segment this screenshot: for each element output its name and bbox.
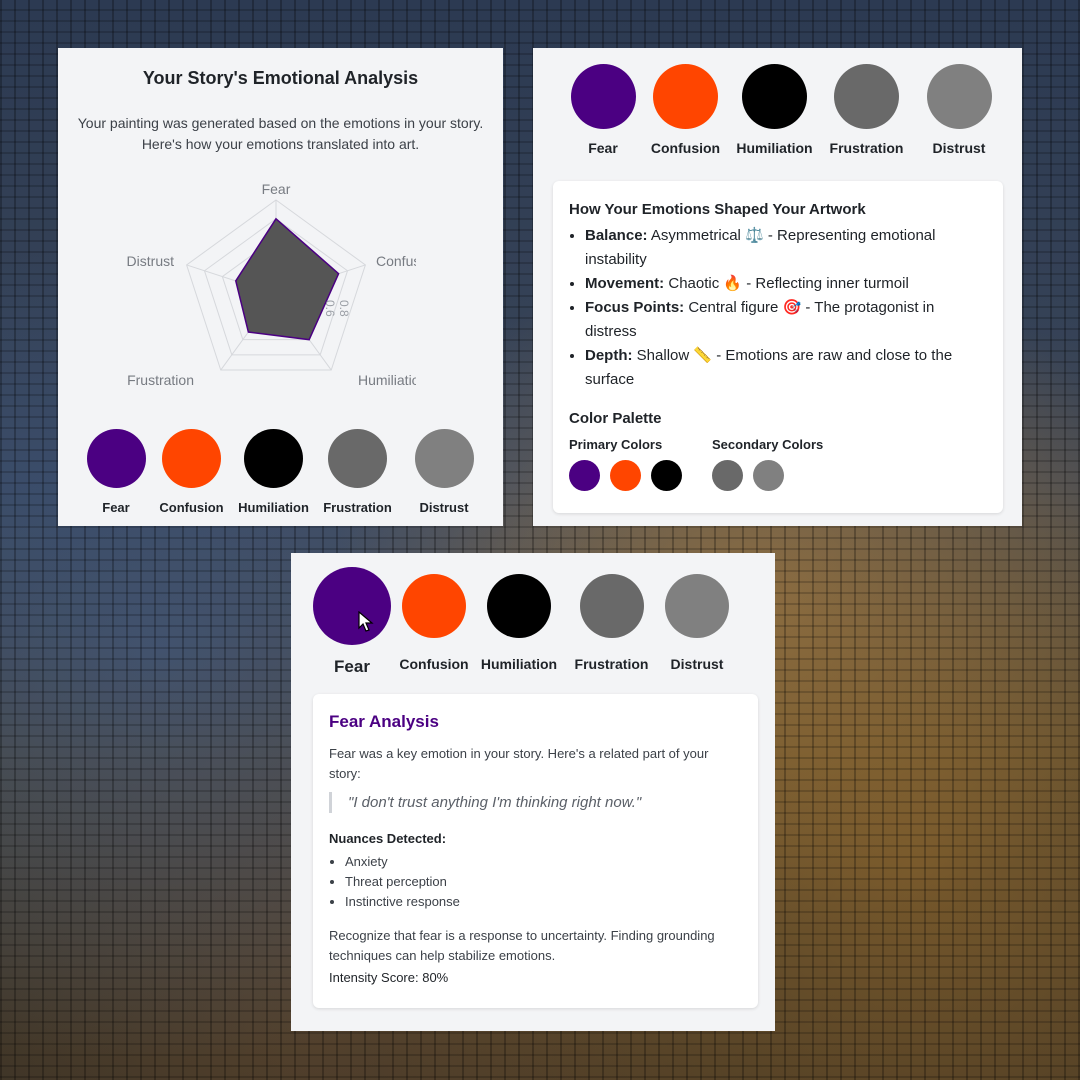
emotion-chip-distrust[interactable]: Distrust	[920, 64, 998, 156]
artwork-card: How Your Emotions Shaped Your Artwork Ba…	[553, 181, 1003, 513]
artwork-attribute: Balance: Asymmetrical ⚖️ - Representing …	[585, 224, 987, 272]
artwork-shaping-panel: Fear Confusion Humiliation Frustration Distr…	[533, 48, 1022, 526]
emotion-label: Frustration	[574, 656, 649, 672]
nuances-title: Nuances Detected:	[329, 831, 447, 846]
secondary-colors-label: Secondary Colors	[712, 437, 824, 452]
emotion-label: Humiliation	[736, 140, 813, 156]
emotion-color-circle[interactable]	[86, 429, 146, 488]
emotion-chip-humiliation[interactable]: Humiliation	[475, 567, 563, 677]
secondary-swatches	[712, 460, 823, 491]
primary-swatches	[569, 460, 682, 491]
nuance-item: Threat perception	[345, 872, 742, 892]
emotion-label: Fear	[588, 140, 618, 156]
emotion-chip-confusion[interactable]: Confusion	[393, 567, 475, 677]
primary-colors-label: Primary Colors	[569, 437, 663, 452]
emotion-color-circle[interactable]	[570, 64, 636, 129]
story-quote: "I don't trust anything I'm thinking rig…	[329, 792, 742, 813]
palette-title: Color Palette	[569, 410, 662, 427]
radar-axis-label: Fear	[262, 182, 291, 197]
emotion-label: Distrust	[670, 656, 724, 672]
emotion-color-circle[interactable]	[402, 574, 466, 638]
emotion-chip-frustration[interactable]: Frustration	[309, 429, 406, 515]
intensity-score: Intensity Score: 80%	[329, 970, 449, 985]
emotion-color-circle[interactable]	[742, 64, 807, 129]
fear-description: Fear was a key emotion in your story. He…	[329, 746, 709, 781]
emotion-chip-distrust[interactable]: Distrust	[406, 429, 482, 515]
primary-color-swatch	[610, 460, 641, 491]
emotion-color-circle[interactable]	[653, 64, 718, 129]
emotion-label: Frustration	[829, 140, 904, 156]
emotion-color-circle[interactable]	[834, 64, 899, 129]
panel-description: Your painting was generated based on the…	[77, 115, 484, 152]
emotion-swatch-row: Fear Confusion Humiliation Frustration Distr…	[570, 64, 998, 156]
artwork-attribute-list: Balance: Asymmetrical ⚖️ - Representing …	[569, 224, 987, 392]
emotion-chip-frustration[interactable]: Frustration	[813, 64, 920, 156]
emotion-label: Confusion	[399, 656, 469, 672]
radar-axis-label: Humiliation	[358, 372, 416, 388]
primary-colors-group: Primary Colors	[569, 437, 682, 491]
artwork-attribute: Movement: Chaotic 🔥 - Reflecting inner t…	[585, 272, 987, 296]
emotion-label: Fear	[102, 500, 130, 515]
artwork-attribute: Focus Points: Central figure 🎯 - The pro…	[585, 296, 987, 344]
emotion-label: Humiliation	[480, 656, 558, 672]
emotion-swatch-row: Fear Confusion Humiliation Frustration Distr…	[311, 567, 734, 677]
emotion-chip-fear[interactable]: Fear	[311, 567, 393, 677]
nuance-item: Instinctive response	[345, 892, 742, 912]
panel-title: Your Story's Emotional Analysis	[142, 68, 419, 88]
emotion-label: Fear	[334, 657, 370, 676]
emotion-label: Confusion	[159, 500, 224, 515]
emotion-label: Distrust	[932, 140, 986, 156]
secondary-colors-group: Secondary Colors	[712, 437, 823, 491]
primary-color-swatch	[569, 460, 600, 491]
radar-axis-label: Confusi	[376, 253, 416, 269]
emotion-chip-humiliation[interactable]: Humiliation	[238, 429, 309, 515]
radar-tick-label: 0.6	[323, 300, 337, 317]
emotion-chip-fear[interactable]: Fear	[86, 429, 146, 515]
emotion-chip-distrust[interactable]: Distrust	[660, 567, 734, 677]
nuance-list: AnxietyThreat perceptionInstinctive resp…	[329, 852, 742, 912]
artwork-attribute: Depth: Shallow 📏 - Emotions are raw and …	[585, 344, 987, 392]
secondary-color-swatch	[712, 460, 743, 491]
emotion-color-circle[interactable]	[313, 567, 391, 645]
fear-analysis-title: Fear Analysis	[329, 712, 439, 731]
fear-analysis-card: Fear Analysis Fear was a key emotion in …	[313, 694, 758, 1008]
emotion-label: Humiliation	[238, 500, 309, 515]
radar-axis-label: Distrust	[127, 253, 175, 269]
emotion-swatch-row: Fear Confusion Humiliation Frustration Distr…	[86, 429, 482, 515]
emotion-color-circle[interactable]	[665, 574, 729, 638]
emotion-color-circle[interactable]	[487, 574, 551, 638]
shaped-title: How Your Emotions Shaped Your Artwork	[569, 201, 866, 218]
emotion-chip-frustration[interactable]: Frustration	[563, 567, 660, 677]
emotion-color-circle[interactable]	[162, 429, 221, 488]
emotion-radar-chart: Fear Confusi Humiliation Frustration Distrus…	[127, 182, 416, 388]
emotion-chip-humiliation[interactable]: Humiliation	[736, 64, 813, 156]
emotion-label: Distrust	[419, 500, 469, 515]
radar-axis-label: Frustration	[127, 372, 194, 388]
emotion-color-circle[interactable]	[328, 429, 387, 488]
emotion-color-circle[interactable]	[244, 429, 303, 488]
emotion-color-circle[interactable]	[579, 574, 644, 638]
emotion-chip-fear[interactable]: Fear	[570, 64, 636, 156]
mouse-cursor-icon	[358, 611, 374, 632]
emotion-label: Frustration	[323, 500, 392, 515]
emotion-label: Confusion	[650, 140, 721, 156]
emotion-chip-confusion[interactable]: Confusion	[635, 64, 736, 156]
emotion-chip-confusion[interactable]: Confusion	[145, 429, 238, 515]
fear-analysis-panel: Fear Confusion Humiliation Frustration Distr…	[291, 553, 775, 1031]
primary-color-swatch	[651, 460, 682, 491]
fear-advice: Recognize that fear is a response to unc…	[329, 928, 715, 963]
radar-tick-label: 0.8	[337, 300, 351, 317]
nuance-item: Anxiety	[345, 852, 742, 872]
emotion-color-circle[interactable]	[414, 429, 474, 488]
secondary-color-swatch	[753, 460, 784, 491]
emotion-color-circle[interactable]	[926, 64, 992, 129]
emotional-analysis-panel: Your Story's Emotional Analysis Your pai…	[58, 48, 503, 526]
